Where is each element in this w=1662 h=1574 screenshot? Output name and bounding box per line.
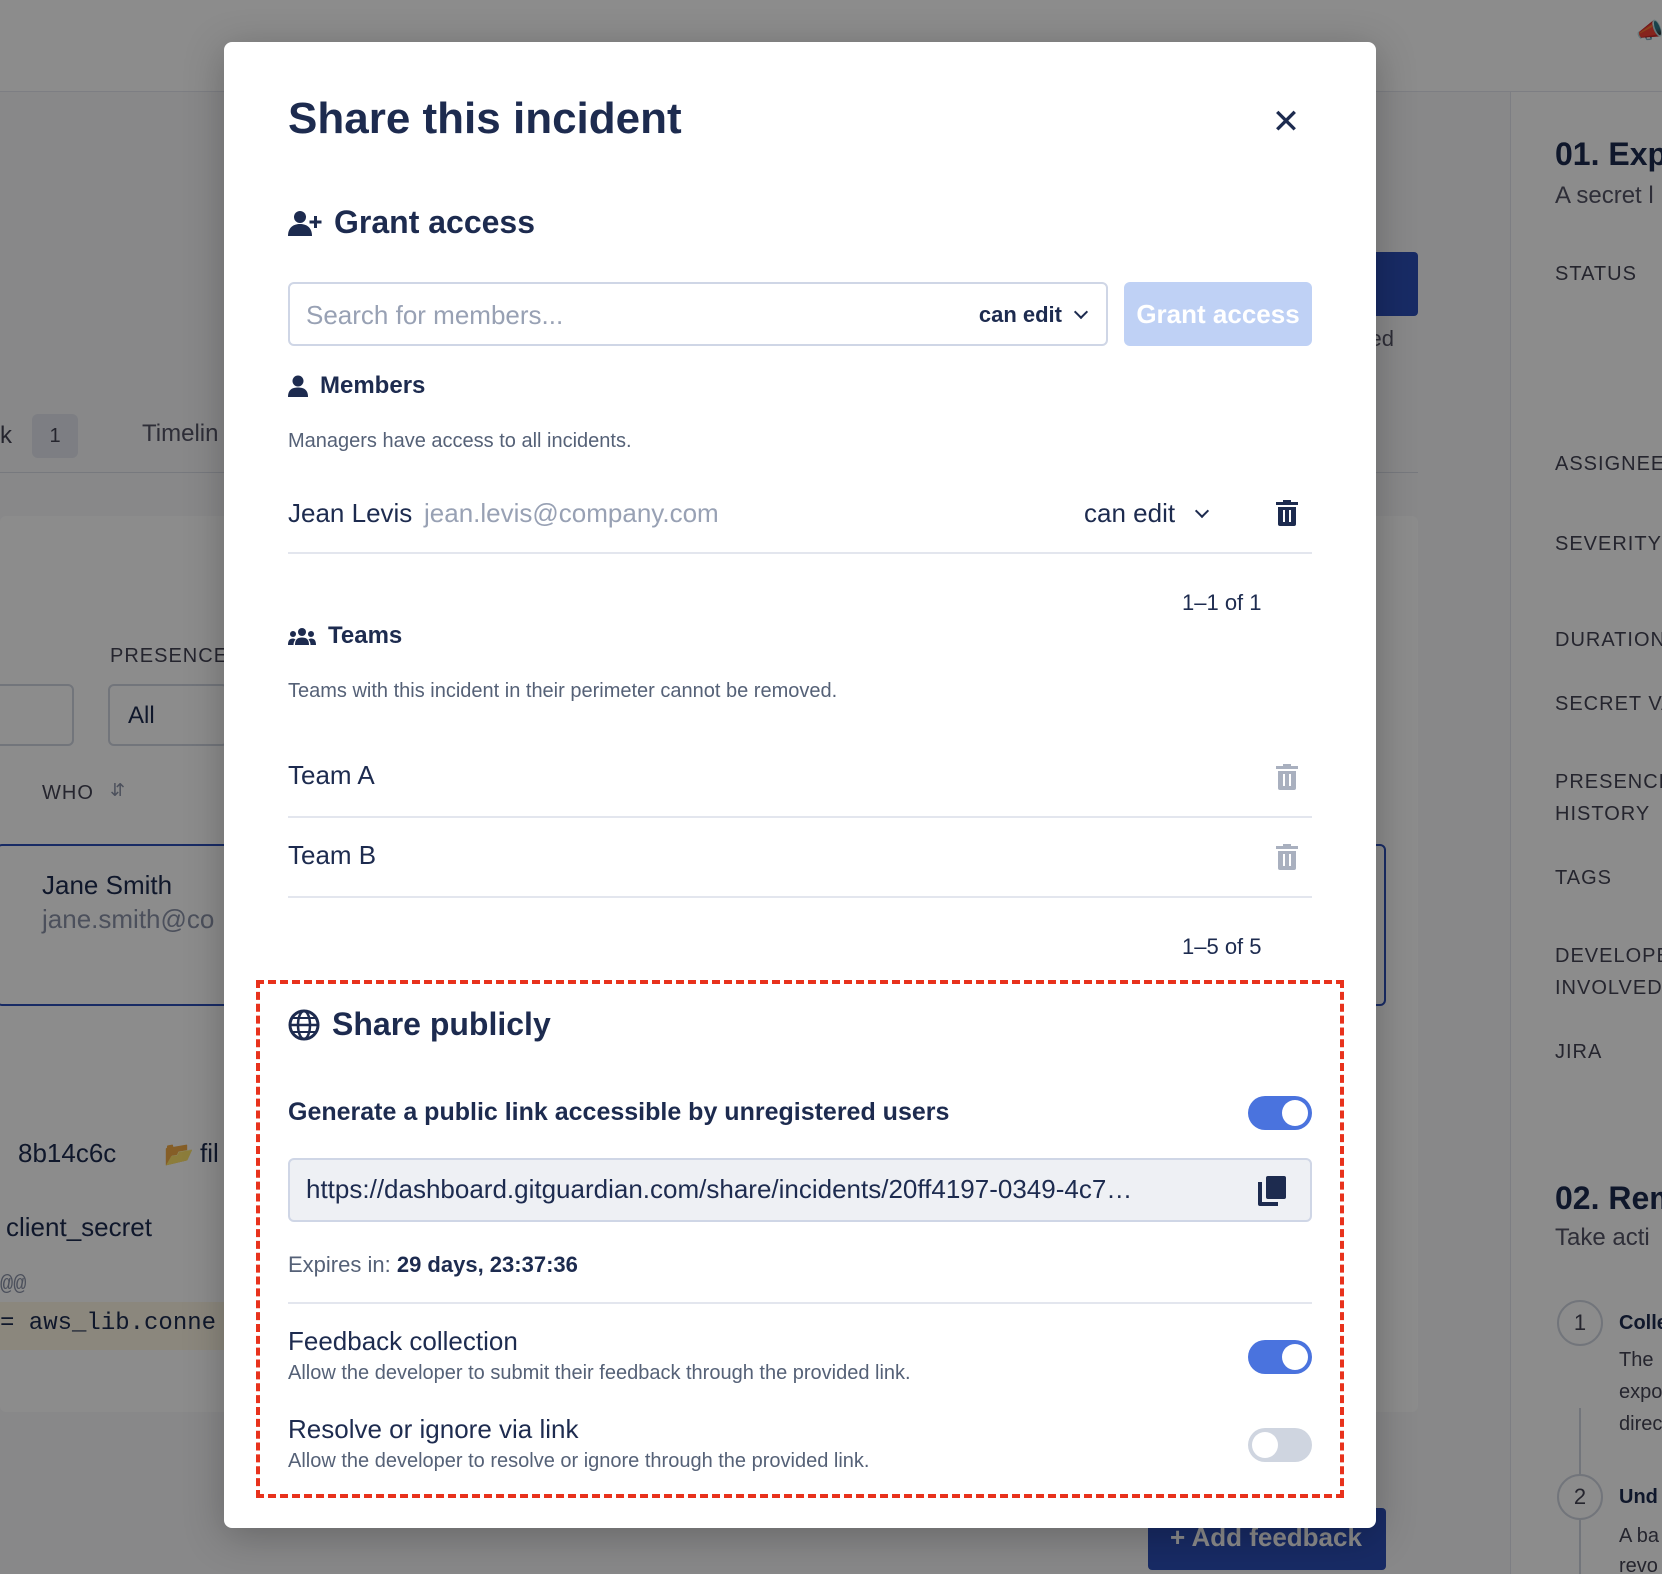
member-search-field[interactable]: can edit bbox=[288, 282, 1108, 346]
member-role-select[interactable]: can edit bbox=[1084, 498, 1210, 529]
members-description: Managers have access to all incidents. bbox=[288, 430, 632, 452]
member-email: jean.levis@company.com bbox=[424, 498, 719, 528]
members-pagination: 1–1 of 1 bbox=[1182, 590, 1262, 615]
teams-heading-text: Teams bbox=[328, 622, 403, 649]
expires-value: 29 days, 23:37:36 bbox=[396, 1252, 578, 1277]
member-name: Jean Levis bbox=[288, 498, 413, 528]
teams-description: Teams with this incident in their perime… bbox=[288, 680, 838, 702]
team-row-divider bbox=[288, 896, 1312, 898]
grant-role-value: can edit bbox=[978, 302, 1062, 327]
teams-heading: Teams bbox=[288, 622, 402, 650]
team-name-a: Team A bbox=[288, 760, 375, 790]
trash-icon[interactable] bbox=[1276, 500, 1298, 526]
toggle-knob bbox=[1282, 1100, 1308, 1126]
feedback-collection-toggle[interactable] bbox=[1248, 1340, 1312, 1374]
toggle-knob bbox=[1282, 1344, 1308, 1370]
copy-icon[interactable] bbox=[1258, 1176, 1286, 1206]
generate-link-toggle[interactable] bbox=[1248, 1096, 1312, 1130]
trash-icon bbox=[1276, 764, 1298, 790]
toggle-knob bbox=[1252, 1432, 1278, 1458]
close-icon[interactable]: ✕ bbox=[1266, 102, 1306, 142]
generate-link-label: Generate a public link accessible by unr… bbox=[288, 1098, 950, 1126]
modal-title: Share this incident bbox=[288, 94, 682, 143]
share-divider bbox=[288, 1302, 1312, 1304]
team-icon bbox=[288, 628, 316, 645]
members-heading: Members bbox=[288, 372, 425, 400]
feedback-collection-description: Allow the developer to submit their feed… bbox=[288, 1362, 911, 1384]
chevron-down-icon bbox=[1195, 503, 1210, 518]
public-link-field[interactable]: https://dashboard.gitguardian.com/share/… bbox=[288, 1158, 1312, 1222]
expires-text: Expires in: 29 days, 23:37:36 bbox=[288, 1252, 578, 1278]
share-publicly-heading-text: Share publicly bbox=[332, 1006, 551, 1042]
share-incident-modal: Share this incident ✕ Grant access can e… bbox=[224, 42, 1376, 1528]
feedback-collection-title: Feedback collection bbox=[288, 1326, 518, 1356]
share-publicly-heading: Share publicly bbox=[288, 1006, 551, 1043]
team-row-divider bbox=[288, 816, 1312, 818]
resolve-ignore-toggle[interactable] bbox=[1248, 1428, 1312, 1462]
member-role-value: can edit bbox=[1084, 498, 1176, 528]
grant-access-heading: Grant access bbox=[288, 204, 535, 241]
teams-pagination: 1–5 of 5 bbox=[1182, 934, 1262, 959]
add-user-icon bbox=[288, 210, 322, 236]
trash-icon bbox=[1276, 844, 1298, 870]
expires-label: Expires in: bbox=[288, 1252, 391, 1277]
user-icon bbox=[288, 375, 308, 397]
public-link-url[interactable]: https://dashboard.gitguardian.com/share/… bbox=[306, 1174, 1206, 1205]
chevron-down-icon bbox=[1073, 304, 1089, 320]
member-search-input[interactable] bbox=[306, 298, 926, 332]
members-heading-text: Members bbox=[320, 372, 426, 399]
globe-icon bbox=[288, 1009, 320, 1040]
resolve-ignore-description: Allow the developer to resolve or ignore… bbox=[288, 1450, 870, 1472]
grant-role-select[interactable]: can edit bbox=[978, 298, 1089, 332]
team-name-b: Team B bbox=[288, 840, 377, 870]
grant-access-button[interactable]: Grant access bbox=[1124, 282, 1312, 346]
grant-access-heading-text: Grant access bbox=[334, 204, 536, 240]
resolve-ignore-title: Resolve or ignore via link bbox=[288, 1414, 579, 1444]
member-row-divider bbox=[288, 552, 1312, 554]
